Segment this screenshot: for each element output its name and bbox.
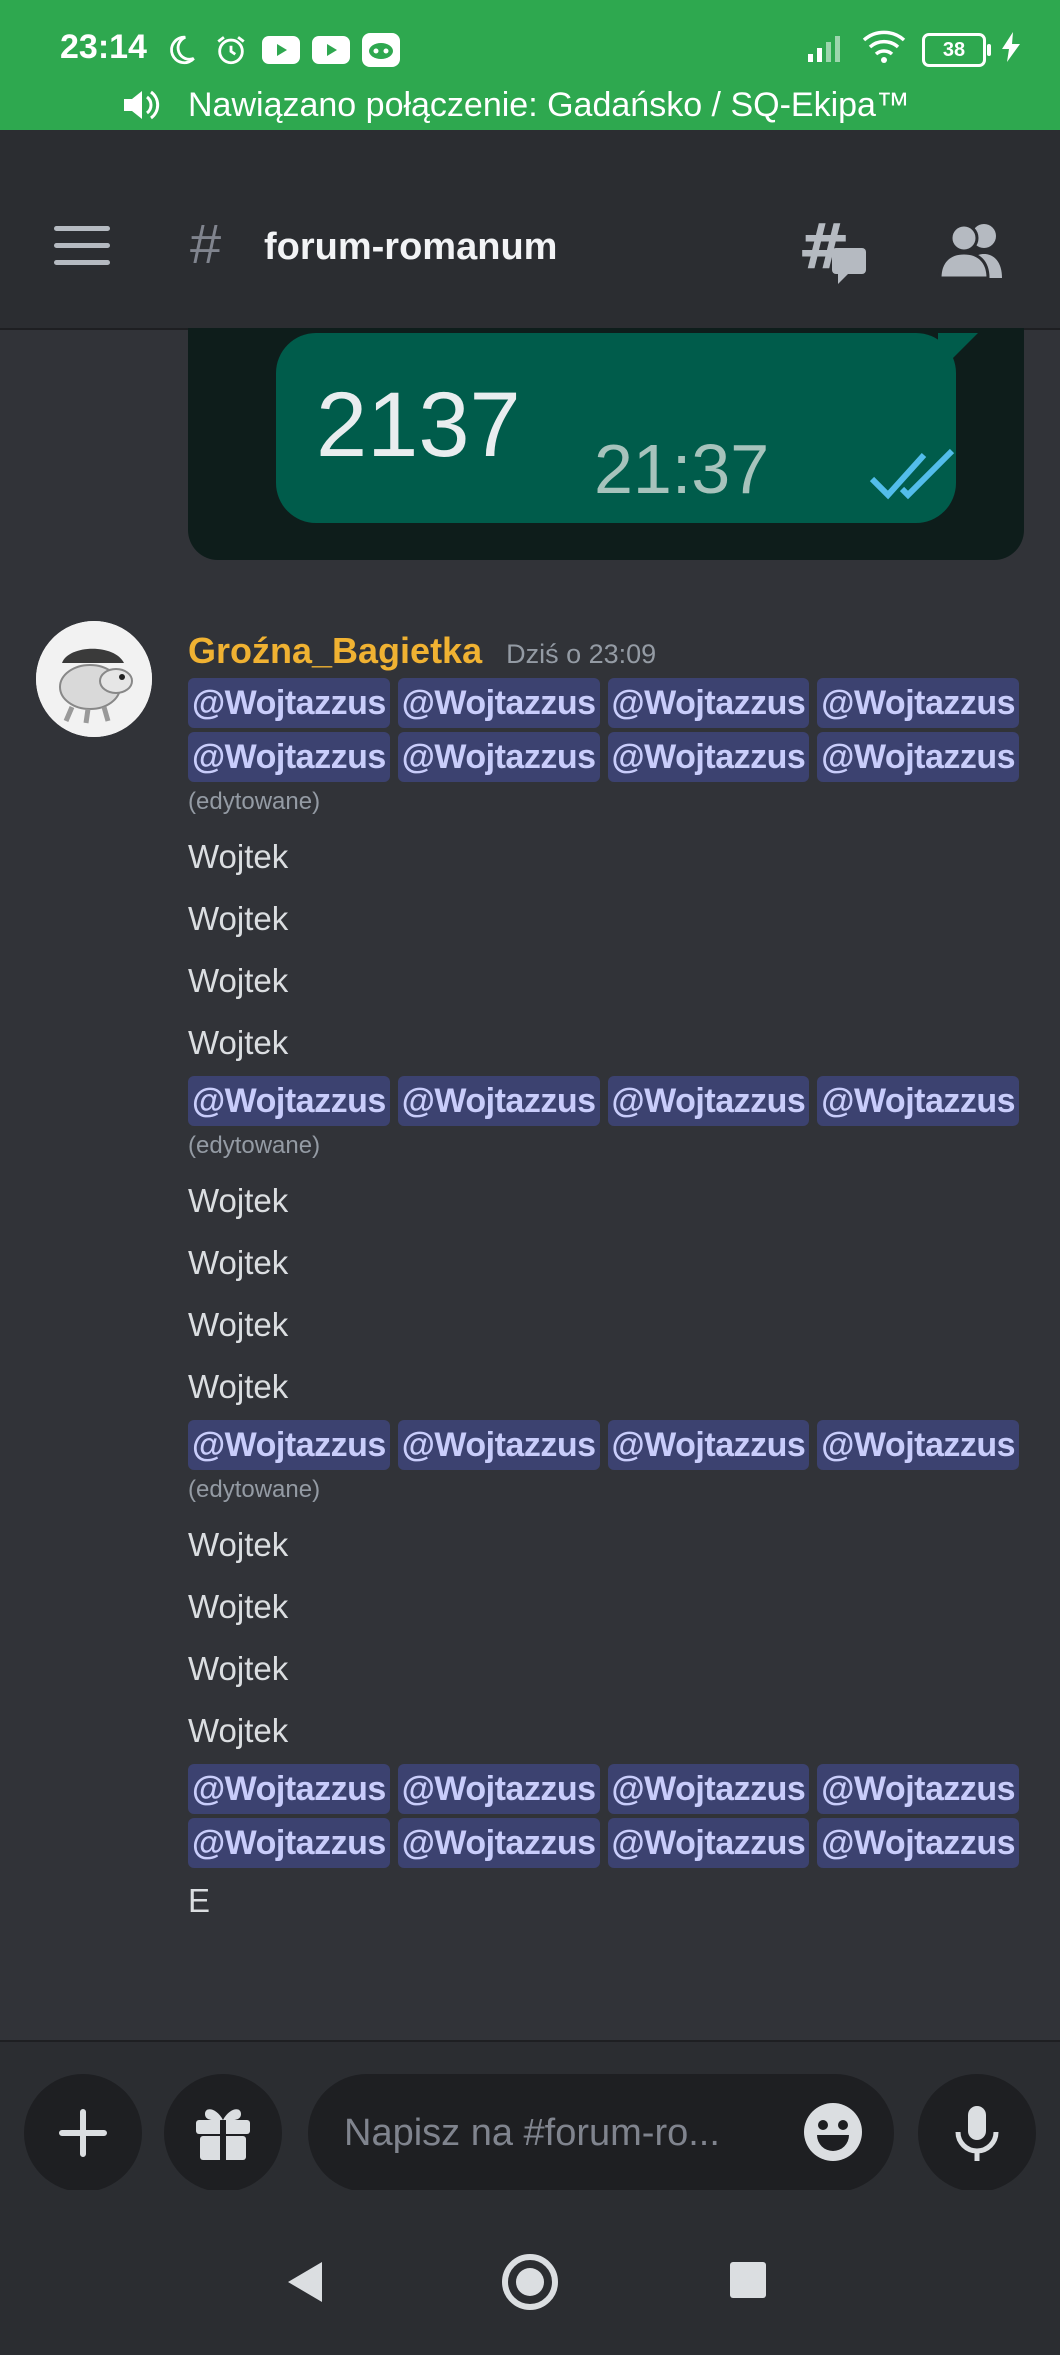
user-mention[interactable]: @Wojtazzus: [188, 1764, 390, 1814]
message-text: Wojtek: [188, 1650, 289, 1687]
user-mention[interactable]: @Wojtazzus: [817, 1420, 1020, 1470]
message-text: Wojtek: [188, 1526, 289, 1563]
channel-header: # forum-romanum #: [0, 130, 1060, 330]
message-text: E: [188, 1882, 211, 1919]
user-mention[interactable]: @Wojtazzus: [817, 732, 1020, 782]
message-text: Wojtek: [188, 1306, 289, 1343]
user-mention[interactable]: @Wojtazzus: [397, 1076, 600, 1126]
wifi-icon: [862, 30, 906, 69]
user-mention[interactable]: @Wojtazzus: [817, 1764, 1020, 1814]
message-input-placeholder: Napisz na #forum-ro...: [344, 2112, 720, 2154]
message-text: Wojtek: [188, 1182, 289, 1219]
message-input[interactable]: Napisz na #forum-ro...: [308, 2074, 894, 2192]
channel-title: forum-romanum: [264, 226, 558, 268]
battery-indicator: 38: [922, 32, 991, 67]
gift-icon: [196, 2109, 250, 2162]
user-mention[interactable]: @Wojtazzus: [607, 678, 810, 728]
message-author[interactable]: Groźna_Bagietka: [188, 630, 482, 672]
voice-message-button[interactable]: [918, 2074, 1036, 2192]
user-mention[interactable]: @Wojtazzus: [817, 678, 1020, 728]
mention-row: @Wojtazzus @Wojtazzus @Wojtazzus @Wojtaz…: [188, 730, 1028, 784]
user-mention[interactable]: @Wojtazzus: [817, 1818, 1020, 1868]
user-mention[interactable]: @Wojtazzus: [607, 1818, 810, 1868]
back-icon[interactable]: [286, 2260, 326, 2304]
microphone-icon: [955, 2106, 999, 2161]
message-text: Wojtek: [188, 1588, 289, 1625]
message-text: Wojtek: [188, 962, 289, 999]
user-mention[interactable]: @Wojtazzus: [397, 1764, 600, 1814]
recent-apps-icon[interactable]: [730, 2262, 766, 2298]
message-text: Wojtek: [188, 1368, 289, 1405]
system-navigation-bar: [0, 2190, 1060, 2355]
user-mention[interactable]: @Wojtazzus: [397, 1818, 600, 1868]
user-mention[interactable]: @Wojtazzus: [188, 678, 390, 728]
home-icon[interactable]: [502, 2254, 558, 2310]
user-mention[interactable]: @Wojtazzus: [188, 1420, 390, 1470]
alarm-icon: [212, 31, 250, 69]
mention-row: @Wojtazzus @Wojtazzus @Wojtazzus @Wojtaz…: [188, 1418, 1028, 1472]
user-mention[interactable]: @Wojtazzus: [607, 1764, 810, 1814]
emoji-icon[interactable]: [802, 2101, 864, 2163]
clock: 23:14: [60, 28, 147, 66]
channel-hash-icon: #: [190, 212, 222, 275]
youtube-icon: [262, 31, 300, 69]
youtube-icon: [312, 31, 350, 69]
message-composer: Napisz na #forum-ro...: [0, 2040, 1060, 2192]
gift-button[interactable]: [164, 2074, 282, 2192]
user-mention[interactable]: @Wojtazzus: [397, 678, 600, 728]
signal-icon: [806, 32, 846, 67]
edited-label: (edytowane): [188, 788, 321, 815]
plus-icon: [59, 2109, 107, 2157]
user-mention[interactable]: @Wojtazzus: [188, 1076, 390, 1126]
voice-call-banner[interactable]: Nawiązano połączenie: Gadańsko / SQ-Ekip…: [0, 80, 1060, 130]
message-text: Wojtek: [188, 1024, 289, 1061]
message-text: Wojtek: [188, 900, 289, 937]
mention-row: @Wojtazzus @Wojtazzus @Wojtazzus @Wojtaz…: [188, 1816, 1028, 1870]
chat-bubble-image: 2137 21:37: [276, 333, 956, 523]
mention-row: @Wojtazzus @Wojtazzus @Wojtazzus @Wojtaz…: [188, 676, 1028, 730]
message-timestamp: Dziś o 23:09: [506, 639, 657, 669]
moon-icon: [162, 31, 200, 69]
edited-label: (edytowane): [188, 1132, 321, 1159]
message-text: Wojtek: [188, 1244, 289, 1281]
charging-icon: [1002, 32, 1020, 67]
bubble-tail: [938, 333, 978, 373]
speaker-icon: [124, 90, 160, 120]
avatar[interactable]: [36, 621, 152, 737]
user-mention[interactable]: @Wojtazzus: [817, 1076, 1020, 1126]
user-mention[interactable]: @Wojtazzus: [607, 732, 810, 782]
user-mention[interactable]: @Wojtazzus: [607, 1420, 810, 1470]
double-check-icon: [869, 448, 955, 500]
user-mention[interactable]: @Wojtazzus: [188, 732, 390, 782]
message-content: @Wojtazzus @Wojtazzus @Wojtazzus @Wojtaz…: [188, 676, 1028, 1932]
user-mention[interactable]: @Wojtazzus: [607, 1076, 810, 1126]
edited-label: (edytowane): [188, 1476, 321, 1503]
bubble-time: 21:37: [594, 430, 770, 508]
menu-icon[interactable]: [54, 226, 110, 266]
bubble-number: 2137: [316, 374, 521, 476]
user-mention[interactable]: @Wojtazzus: [188, 1818, 390, 1868]
message-text: Wojtek: [188, 1712, 289, 1749]
threads-icon[interactable]: #: [798, 210, 868, 284]
add-attachment-button[interactable]: [24, 2074, 142, 2192]
image-attachment[interactable]: 2137 21:37: [188, 328, 1024, 560]
members-icon[interactable]: [936, 218, 1006, 284]
mention-row: @Wojtazzus @Wojtazzus @Wojtazzus @Wojtaz…: [188, 1074, 1028, 1128]
call-status-text: Nawiązano połączenie: Gadańsko / SQ-Ekip…: [188, 85, 910, 124]
user-mention[interactable]: @Wojtazzus: [397, 732, 600, 782]
user-mention[interactable]: @Wojtazzus: [397, 1420, 600, 1470]
message-text: Wojtek: [188, 838, 289, 875]
discord-icon: [362, 31, 400, 69]
mention-row: @Wojtazzus @Wojtazzus @Wojtazzus @Wojtaz…: [188, 1762, 1028, 1816]
status-bar: 23:14 38 Nawiązano połączenie: Gadańsko …: [0, 0, 1060, 130]
